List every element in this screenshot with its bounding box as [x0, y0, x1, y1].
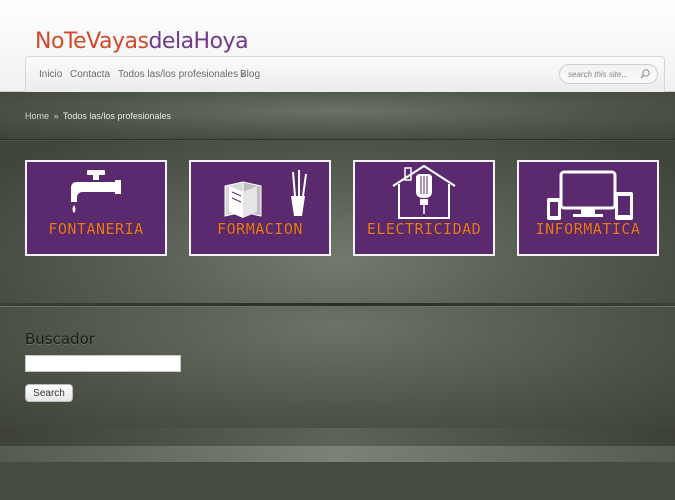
- site-header: NoTeVayasdelaHoya Inicio Contacta Todos …: [0, 0, 675, 92]
- footer-band: [0, 462, 675, 500]
- category-label: ELECTRICIDAD: [366, 220, 482, 238]
- house-bulb-icon: [392, 164, 456, 219]
- search-widget-button[interactable]: Search: [25, 384, 73, 402]
- main-navigation: Inicio Contacta Todos las/los profesiona…: [25, 56, 665, 92]
- search-widget-title: Buscador: [25, 330, 95, 348]
- breadcrumb: Home » Todos las/los profesionales: [25, 111, 171, 121]
- search-icon[interactable]: [639, 68, 651, 80]
- footer-band: [0, 428, 675, 446]
- category-label: INFORMATICA: [535, 220, 641, 238]
- category-label: FORMACION: [217, 220, 303, 238]
- faucet-icon: [71, 170, 121, 213]
- logo-text-part1: NoTeVayas: [35, 29, 149, 54]
- breadcrumb-home-link[interactable]: Home: [25, 111, 49, 121]
- breadcrumb-band: Home » Todos las/los profesionales: [0, 92, 675, 140]
- category-card-informatica[interactable]: INFORMATICA: [517, 160, 659, 256]
- site-search: [559, 64, 658, 84]
- books-pencils-icon: [224, 170, 307, 218]
- search-widget-input[interactable]: [25, 355, 181, 372]
- logo-text-part2: delaHoya: [148, 29, 249, 54]
- nav-item-inicio[interactable]: Inicio: [39, 69, 62, 80]
- nav-item-contacta[interactable]: Contacta: [70, 69, 110, 80]
- category-card-electricidad[interactable]: ELECTRICIDAD: [353, 160, 495, 256]
- nav-item-profesionales[interactable]: Todos las/los profesionales »: [118, 69, 246, 80]
- category-label: FONTANERIA: [48, 220, 144, 238]
- search-input[interactable]: [568, 68, 640, 81]
- devices-icon: [547, 170, 633, 220]
- breadcrumb-current: Todos las/los profesionales: [62, 111, 171, 121]
- breadcrumb-separator: »: [53, 111, 59, 121]
- category-card-fontaneria[interactable]: FONTANERIA: [25, 160, 167, 256]
- category-card-formacion[interactable]: FORMACION: [189, 160, 331, 256]
- site-logo[interactable]: NoTeVayasdelaHoya: [35, 28, 249, 56]
- nav-item-blog[interactable]: Blog: [240, 69, 260, 80]
- section-divider: [0, 303, 675, 306]
- footer-band: [0, 446, 675, 462]
